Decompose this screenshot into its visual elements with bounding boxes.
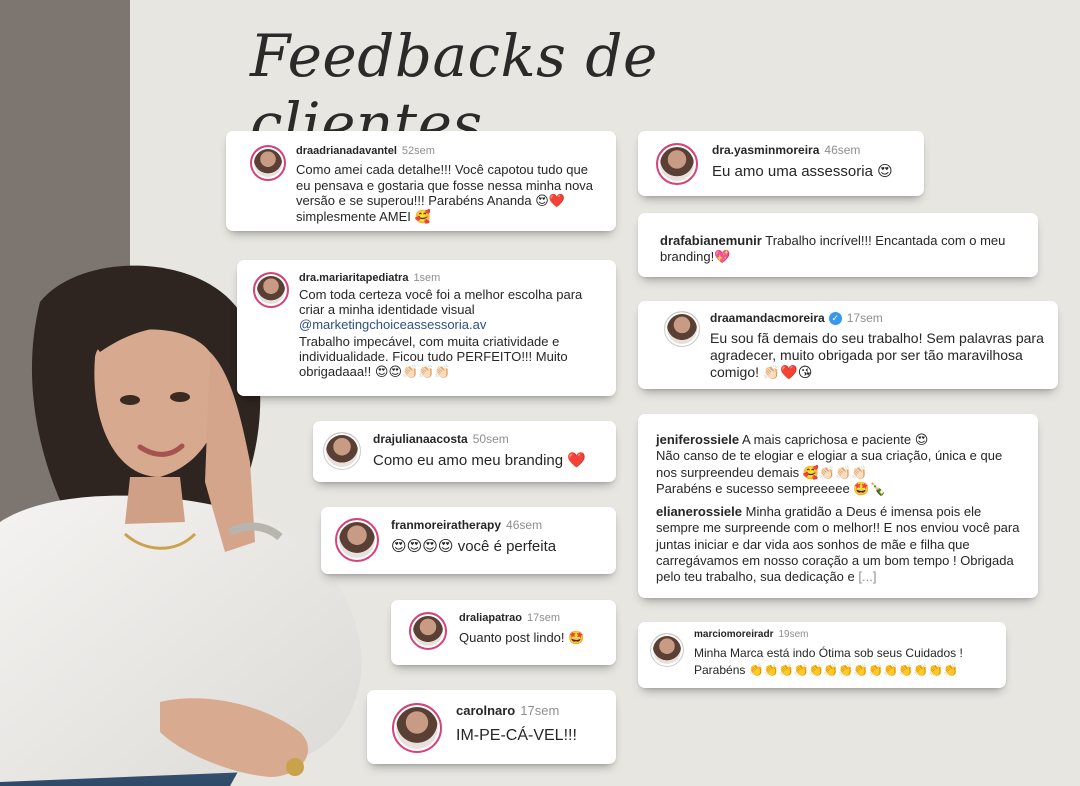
comment-text: Eu sou fã demais do seu trabalho! Sem pa… xyxy=(710,330,1044,380)
avatar[interactable] xyxy=(323,432,361,470)
comment-text: Não canso de te elogiar e elogiar a sua … xyxy=(656,448,1003,480)
avatar[interactable] xyxy=(253,272,289,308)
comment-card: drafabianemunir Trabalho incrível!!! Enc… xyxy=(638,213,1038,277)
timestamp: 46sem xyxy=(506,518,543,532)
username[interactable]: elianerossiele xyxy=(656,504,742,519)
comment-text: Trabalho impecável, com muita criativida… xyxy=(299,333,568,379)
comment-text: Parabéns 👏👏👏👏👏👏👏👏👏👏👏👏👏👏 xyxy=(694,662,958,677)
comment-card: franmoreiratherapy 46sem 😍😍😍😍 você é perf… xyxy=(321,507,616,574)
timestamp: 17sem xyxy=(846,311,883,325)
avatar[interactable] xyxy=(409,612,447,650)
username[interactable]: draadrianadavantel xyxy=(296,145,397,157)
comment-card: dra.yasminmoreira 46sem Eu amo uma assess… xyxy=(638,131,924,196)
avatar[interactable] xyxy=(664,311,700,347)
username[interactable]: dra.yasminmoreira xyxy=(712,143,819,157)
username[interactable]: franmoreiratherapy xyxy=(391,518,501,532)
timestamp: 17sem xyxy=(520,703,560,718)
comment-text: Como amei cada detalhe!!! Você capotou t… xyxy=(296,162,594,224)
more-link[interactable]: [...] xyxy=(858,569,876,584)
comment-card: marciomoreiradr 19sem Minha Marca está in… xyxy=(638,622,1006,688)
comment-text: Minha Marca está indo Ótima sob seus Cui… xyxy=(694,646,963,660)
comment-text: Parabéns e sucesso sempreeeee 🤩🍾 xyxy=(656,480,886,496)
timestamp: 46sem xyxy=(824,143,861,157)
username[interactable]: drajulianaacosta xyxy=(373,432,468,446)
comment-text: Com toda certeza você foi a melhor escol… xyxy=(299,287,583,317)
comment-text: A mais caprichosa e paciente 😍 xyxy=(742,432,929,447)
avatar[interactable] xyxy=(656,143,698,185)
username[interactable]: marciomoreiradr xyxy=(694,629,773,640)
username[interactable]: drafabianemunir xyxy=(660,233,762,248)
timestamp: 1sem xyxy=(413,272,441,284)
comment-card: draamandacmoreira ✓ 17sem Eu sou fã demais… xyxy=(638,301,1058,389)
comment-card: draadrianadavantel 52sem Como amei cada d… xyxy=(226,131,616,231)
avatar[interactable] xyxy=(250,145,286,181)
avatar[interactable] xyxy=(335,518,379,562)
comment-text: Quanto post lindo! 🤩 xyxy=(459,630,585,645)
comment-card: carolnaro 17sem IM-PE-CÁ-VEL!!! xyxy=(367,690,616,764)
avatar[interactable] xyxy=(392,703,442,753)
timestamp: 19sem xyxy=(778,629,809,640)
comment-text: Como eu amo meu branding ❤️ xyxy=(373,452,586,469)
username[interactable]: dra.mariaritapediatra xyxy=(299,272,408,284)
mention-link[interactable]: @marketingchoiceassessoria.av xyxy=(299,317,602,333)
comment-text: IM-PE-CÁ-VEL!!! xyxy=(456,727,577,744)
comment-card: jeniferossiele A mais caprichosa e pacie… xyxy=(638,414,1038,598)
comment-text: 😍😍😍😍 você é perfeita xyxy=(391,538,557,555)
verified-badge-icon: ✓ xyxy=(828,312,842,326)
timestamp: 17sem xyxy=(526,612,560,624)
username[interactable]: jeniferossiele xyxy=(656,432,739,447)
avatar[interactable] xyxy=(650,633,684,667)
comment-card: drajulianaacosta 50sem Como eu amo meu br… xyxy=(313,421,616,482)
comment-text: Eu amo uma assessoria 😍 xyxy=(712,163,893,180)
username[interactable]: draliapatrao xyxy=(459,612,522,624)
username[interactable]: carolnaro xyxy=(456,703,515,718)
comment-card: dra.mariaritapediatra 1sem Com toda certe… xyxy=(237,260,616,396)
username[interactable]: draamandacmoreira xyxy=(710,311,825,325)
timestamp: 50sem xyxy=(472,432,509,446)
timestamp: 52sem xyxy=(401,145,435,157)
comment-card: draliapatrao 17sem Quanto post lindo! 🤩 xyxy=(391,600,616,665)
